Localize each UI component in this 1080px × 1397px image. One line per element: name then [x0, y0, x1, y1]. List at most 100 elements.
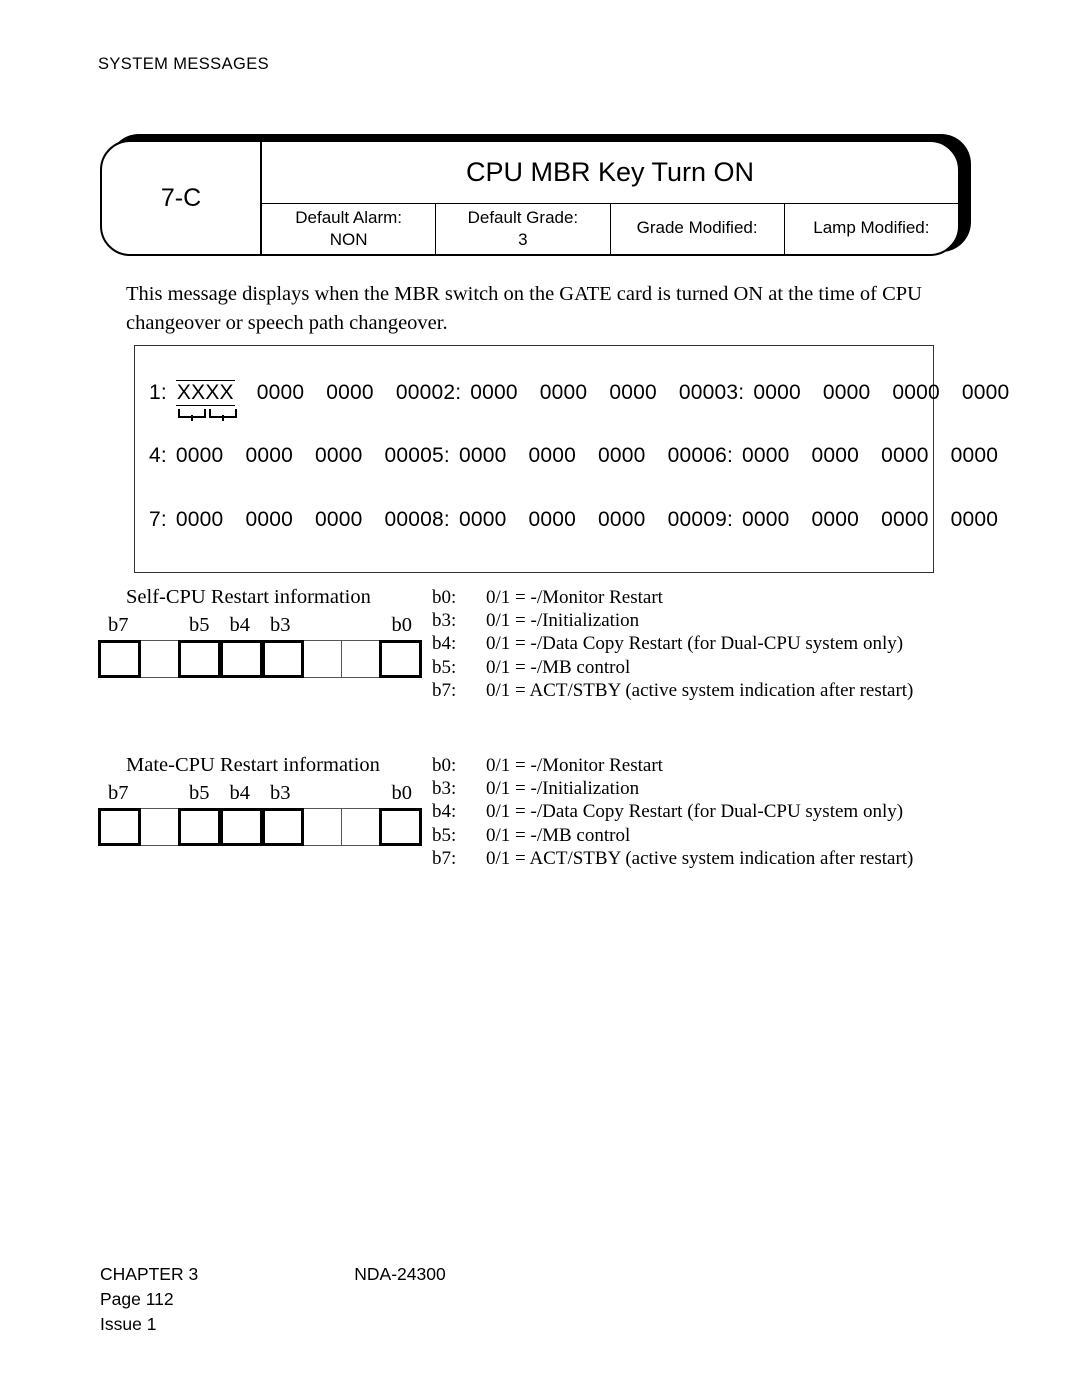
data-word: 0000 — [667, 444, 716, 467]
bit-section-title: Mate-CPU Restart information — [126, 754, 380, 776]
data-group-index: 4: — [149, 444, 167, 467]
bit-section-title: Self-CPU Restart information — [126, 586, 371, 608]
bit-description-text: 0/1 = -/MB control — [486, 656, 631, 678]
bit-cell — [261, 808, 305, 846]
attribute-label: Grade Modified: — [636, 218, 758, 237]
data-group-index: 1: — [149, 381, 167, 404]
bit-description-row: b5: 0/1 = -/MB control — [432, 824, 913, 847]
data-word: 0000 — [458, 508, 507, 531]
bit-description-text: 0/1 = -/Initialization — [486, 610, 640, 632]
bit-cell — [219, 808, 263, 846]
attribute-cell: Default Grade: 3 — [436, 204, 611, 254]
data-word: 0000 — [326, 381, 374, 404]
data-word: 0000 — [470, 381, 518, 404]
bit-cell — [139, 808, 179, 846]
bit-description-text: 0/1 = -/Monitor Restart — [486, 587, 663, 608]
bit-description-row: b3: 0/1 = -/Initialization — [432, 609, 913, 632]
bit-description-name: b5: — [432, 656, 457, 678]
data-word: XXXX — [175, 380, 235, 406]
footer-document-number: NDA-24300 — [354, 1264, 446, 1284]
message-attributes: Default Alarm: NON Default Grade: 3 Grade Mo… — [262, 204, 958, 254]
bit-cell — [98, 640, 141, 678]
data-row: 1: XXXX 0000 0000 00002: 0000 0000 0000 00003: 00… — [149, 380, 1010, 418]
attribute-cell: Grade Modified: — [611, 204, 785, 254]
bit-label: b0 — [391, 614, 413, 636]
data-group-index: 7: — [149, 508, 167, 531]
bit-description-list: b0: 0/1 = -/Monitor Restart b3: 0/1 = -/Ini… — [432, 586, 913, 702]
bit-label: b7 — [108, 614, 129, 636]
bit-description-name: b4: — [432, 801, 457, 823]
attribute-label: Lamp Modified: — [813, 218, 930, 237]
data-row: 4: 0000 0000 0000 00005: 0000 0000 0000 00006: 00… — [149, 444, 998, 468]
bit-cell — [177, 808, 221, 846]
bit-description-row: b3: 0/1 = -/Initialization — [432, 777, 913, 800]
bit-description-name: b3: — [432, 778, 457, 800]
bit-map-self-cpu: b7 b5 b4 b3 b0 — [98, 614, 422, 678]
data-group: 8: 0000 0000 0000 0000 — [432, 508, 715, 532]
bit-cell — [219, 640, 263, 678]
bit-cells — [98, 808, 422, 846]
bit-cell — [303, 808, 343, 846]
data-word: 0000 — [384, 444, 433, 467]
data-group: 4: 0000 0000 0000 0000 — [149, 444, 432, 468]
bit-cell — [379, 808, 422, 846]
data-word: 0000 — [458, 444, 507, 467]
attribute-cell: Lamp Modified: — [785, 204, 958, 254]
footer-page: Page 112 — [100, 1289, 174, 1309]
data-word: 0000 — [609, 381, 657, 404]
attribute-label: Default Alarm: — [295, 208, 402, 227]
bit-description-row: b7: 0/1 = ACT/STBY (active system indicat… — [432, 847, 913, 870]
data-group: 5: 0000 0000 0000 0000 — [432, 444, 715, 468]
data-word: 0000 — [811, 508, 860, 531]
data-word: 0000 — [892, 381, 940, 404]
bit-label: b4 — [229, 614, 251, 636]
message-description: This message displays when the MBR switc… — [126, 283, 922, 334]
bit-label: b7 — [108, 782, 129, 804]
bit-label: b0 — [391, 782, 413, 804]
bit-label: b5 — [189, 782, 210, 804]
bit-description-name: b7: — [432, 679, 457, 701]
attribute-label: Default Grade: — [467, 208, 579, 227]
data-word: 0000 — [395, 381, 444, 404]
bit-description-name: b0: — [432, 587, 457, 608]
data-word: 0000 — [528, 444, 577, 467]
bit-description-text: 0/1 = -/Initialization — [486, 778, 640, 800]
data-group: 2: 0000 0000 0000 0000 — [443, 381, 726, 405]
bit-description-row: b4: 0/1 = -/Data Copy Restart (for Dual-C… — [432, 800, 913, 823]
highlighted-word: XXXX — [175, 380, 237, 418]
bit-description-name: b0: — [432, 755, 457, 776]
data-group-index: 8: — [432, 508, 450, 531]
data-word: 0000 — [598, 508, 646, 531]
message-code: 7-C — [102, 142, 262, 254]
data-group: 6: 0000 0000 0000 0000 — [715, 444, 998, 468]
data-group: 7: 0000 0000 0000 0000 — [149, 508, 432, 532]
underbrace-marker — [208, 409, 237, 418]
bit-label: b3 — [270, 782, 291, 804]
data-word: 0000 — [539, 381, 588, 404]
data-word: 0000 — [528, 508, 577, 531]
data-word: 0000 — [678, 381, 727, 404]
data-word: 0000 — [175, 444, 224, 467]
underbrace-marker — [177, 409, 206, 418]
bit-labels: b7 b5 b4 b3 b0 — [98, 782, 422, 808]
data-word: 0000 — [384, 508, 433, 531]
bit-description-text: 0/1 = -/Monitor Restart — [486, 755, 663, 776]
bit-description-row: b7: 0/1 = ACT/STBY (active system indicat… — [432, 679, 913, 702]
bit-description-name: b7: — [432, 847, 457, 869]
data-word: 0000 — [742, 508, 790, 531]
data-word: 0000 — [950, 444, 999, 467]
bit-description-text: 0/1 = ACT/STBY (active system indication… — [486, 679, 914, 701]
running-head: SYSTEM MESSAGES — [98, 55, 270, 73]
bit-label: b3 — [270, 614, 291, 636]
bit-description-text: 0/1 = -/Data Copy Restart (for Dual-CPU … — [486, 801, 904, 823]
bit-description-text: 0/1 = -/MB control — [486, 824, 631, 846]
data-word: 0000 — [245, 444, 293, 467]
data-word: 0000 — [175, 508, 224, 531]
data-group: 1: XXXX 0000 0000 0000 — [149, 380, 444, 418]
bit-description-name: b5: — [432, 824, 457, 846]
data-group-index: 6: — [715, 444, 734, 467]
attribute-cell: Default Alarm: NON — [262, 204, 437, 254]
data-word: 0000 — [256, 381, 305, 404]
data-word: 0000 — [961, 381, 1010, 404]
data-word: 0000 — [753, 381, 801, 404]
